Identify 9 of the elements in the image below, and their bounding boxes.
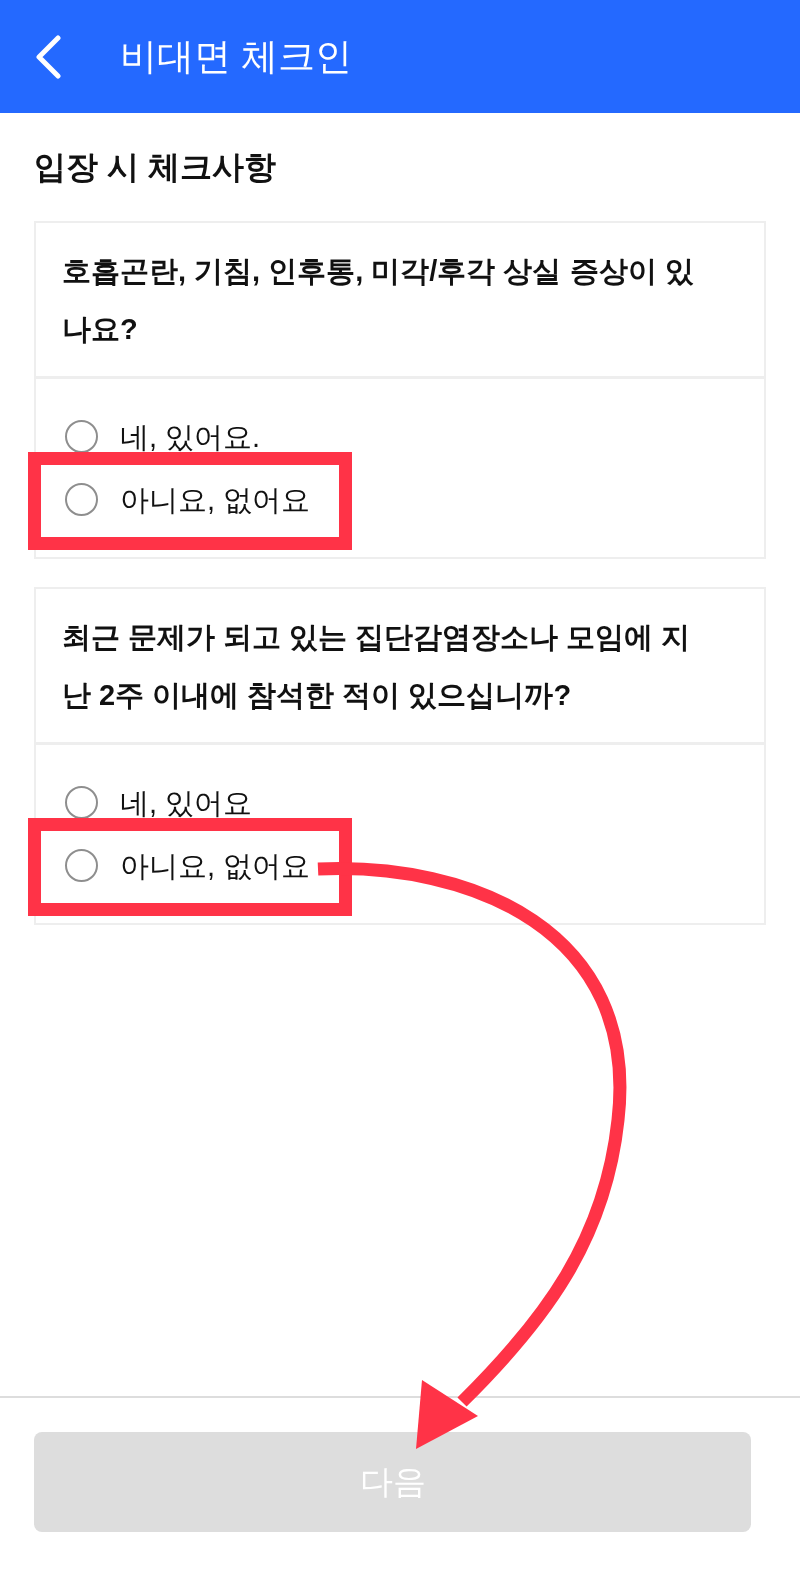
section-title: 입장 시 체크사항 [34,148,277,187]
radio-option[interactable]: 아니요, 없어요 [65,847,311,884]
question-text: 호흡곤란, 기침, 인후통, 미각/후각 상실 증상이 있나요? [61,254,695,347]
screen-title: 비대면 체크인 [120,38,353,75]
radio-option[interactable]: 네, 있어요. [65,418,261,455]
back-chevron-icon [34,34,62,79]
radio-option[interactable]: 네, 있어요 [65,784,253,821]
radio-option[interactable]: 아니요, 없어요 [65,481,311,518]
question-text: 최근 문제가 되고 있는 집단감염장소나 모임에 지난 2주 이내에 참석한 적이 있으십니까? [61,620,692,713]
